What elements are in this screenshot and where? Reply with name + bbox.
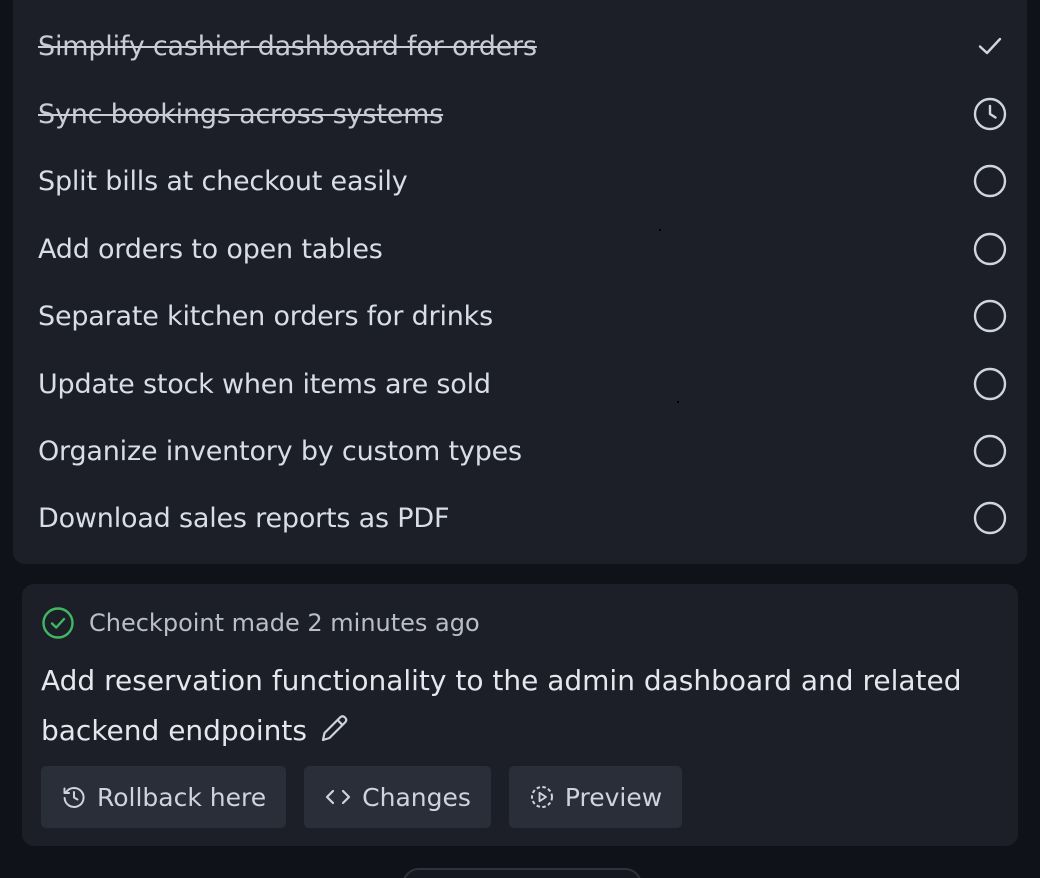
circle-icon xyxy=(972,366,1008,402)
code-icon xyxy=(324,785,352,809)
task-item[interactable]: Update stock when items are sold xyxy=(38,360,1008,408)
task-item[interactable]: Organize inventory by custom types xyxy=(38,427,1008,475)
task-label: Separate kitchen orders for drinks xyxy=(38,300,493,332)
play-circle-icon xyxy=(529,784,555,810)
scroll-pill[interactable] xyxy=(402,868,642,878)
checkpoint-actions: Rollback here Changes Preview xyxy=(41,766,683,828)
rollback-label: Rollback here xyxy=(97,782,267,812)
checkpoint-message: Add reservation functionality to the adm… xyxy=(41,656,991,762)
preview-label: Preview xyxy=(564,782,663,812)
circle-icon xyxy=(972,163,1008,199)
checkpoint-header: Checkpoint made 2 minutes ago xyxy=(41,606,480,640)
task-list-panel: Simplify cashier dashboard for orders Sy… xyxy=(13,0,1027,564)
circle-icon xyxy=(972,298,1008,334)
task-label: Add orders to open tables xyxy=(38,233,383,265)
changes-button[interactable]: Changes xyxy=(304,766,491,828)
artifact-dot xyxy=(659,229,661,231)
circle-icon xyxy=(972,500,1008,536)
checkmark-icon xyxy=(972,28,1008,64)
task-item[interactable]: Download sales reports as PDF xyxy=(38,494,1008,542)
preview-button[interactable]: Preview xyxy=(508,766,683,828)
history-icon xyxy=(61,784,87,810)
task-label: Organize inventory by custom types xyxy=(38,435,522,467)
task-item[interactable]: Split bills at checkout easily xyxy=(38,157,1008,205)
clock-icon xyxy=(972,96,1008,132)
task-label: Update stock when items are sold xyxy=(38,368,491,400)
task-item[interactable]: Add orders to open tables xyxy=(38,225,1008,273)
pencil-icon[interactable] xyxy=(317,712,351,762)
task-item[interactable]: Sync bookings across systems xyxy=(38,90,1008,138)
checkpoint-message-text: Add reservation functionality to the adm… xyxy=(41,664,962,747)
artifact-dot xyxy=(677,401,679,403)
page: Simplify cashier dashboard for orders Sy… xyxy=(0,0,1040,878)
task-label: Split bills at checkout easily xyxy=(38,165,408,197)
circle-icon xyxy=(972,433,1008,469)
rollback-button[interactable]: Rollback here xyxy=(41,766,287,828)
task-label: Simplify cashier dashboard for orders xyxy=(38,30,537,62)
check-circle-icon xyxy=(41,606,75,640)
task-item[interactable]: Separate kitchen orders for drinks xyxy=(38,292,1008,340)
changes-label: Changes xyxy=(362,782,471,812)
circle-icon xyxy=(972,231,1008,267)
checkpoint-card: Checkpoint made 2 minutes ago Add reserv… xyxy=(22,584,1018,846)
checkpoint-timestamp: Checkpoint made 2 minutes ago xyxy=(89,609,480,637)
task-label: Download sales reports as PDF xyxy=(38,502,450,534)
task-item[interactable]: Simplify cashier dashboard for orders xyxy=(38,22,1008,70)
task-label: Sync bookings across systems xyxy=(38,98,444,130)
